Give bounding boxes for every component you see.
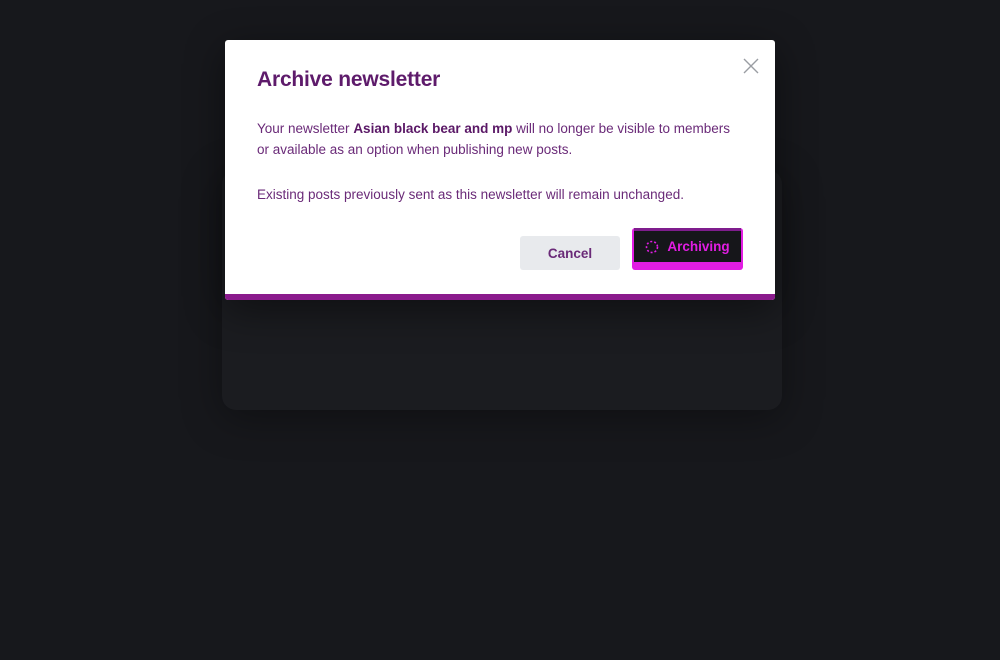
newsletter-name: Asian black bear and mp (353, 121, 513, 136)
spinner-icon (646, 240, 659, 253)
archive-button-content: Archiving (634, 228, 741, 262)
modal-bottom-accent (225, 294, 775, 300)
existing-posts-note: Existing posts previously sent as this n… (257, 187, 684, 202)
archive-newsletter-modal: Archive newsletter Your newsletter Asian… (225, 40, 775, 300)
close-button[interactable] (739, 54, 763, 78)
close-icon (743, 58, 759, 74)
archive-button-label: Archiving (667, 239, 730, 254)
cancel-button[interactable]: Cancel (520, 236, 620, 270)
description-prefix: Your newsletter (257, 121, 354, 136)
archive-button[interactable]: Archiving (632, 228, 743, 270)
modal-title: Archive newsletter (257, 68, 441, 91)
archive-description: Your newsletter Asian black bear and mp … (257, 118, 743, 160)
modal-actions: Cancel Archiving (520, 228, 743, 270)
